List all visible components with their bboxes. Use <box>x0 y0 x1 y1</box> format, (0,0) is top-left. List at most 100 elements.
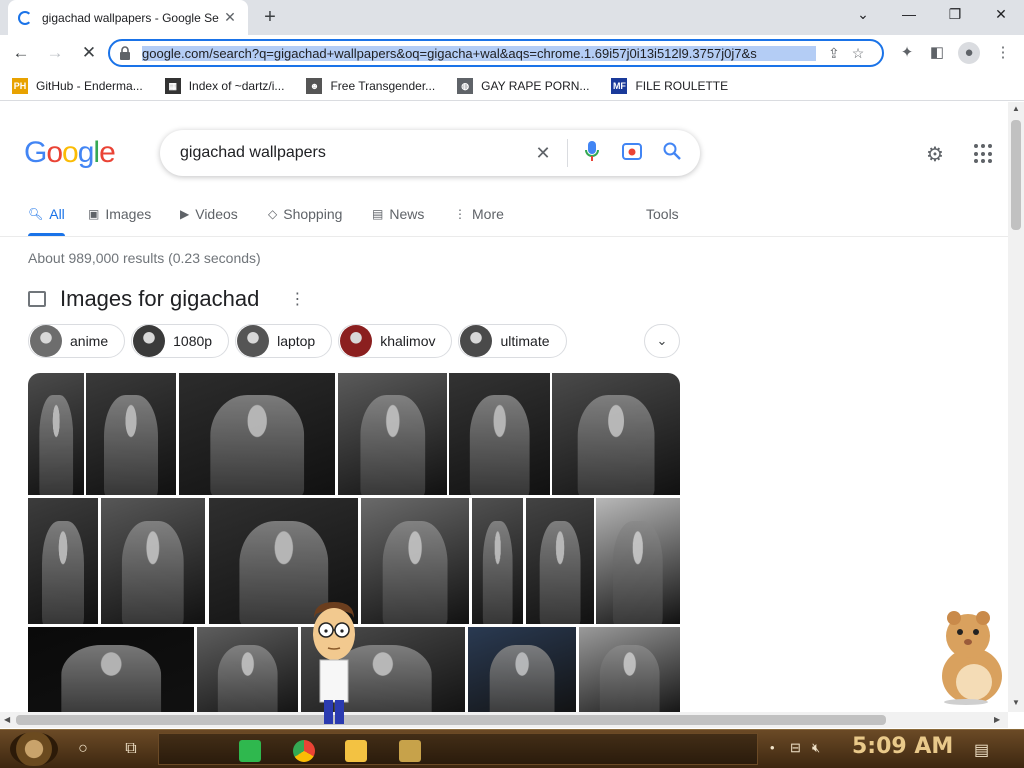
tab-active[interactable]: gigachad wallpapers - Google Se ✕ <box>8 0 248 35</box>
image-result-thumbnail[interactable] <box>28 498 98 624</box>
chip-thumbnail <box>340 325 373 357</box>
close-window-button[interactable]: ✕ <box>978 0 1024 30</box>
start-button[interactable] <box>10 732 58 766</box>
tab-close-icon[interactable]: ✕ <box>222 9 238 26</box>
thumbnail-figure <box>104 395 158 495</box>
notes-app-icon[interactable] <box>239 740 261 762</box>
minimize-button[interactable]: — <box>886 0 932 30</box>
chip-label: laptop <box>277 333 316 349</box>
logo-letter: g <box>77 136 95 169</box>
tab-videos[interactable]: ▶ Videos <box>180 202 238 226</box>
bookmark-item[interactable]: ▦ Index of ~dartz/i... <box>164 77 284 94</box>
chip-thumbnail <box>30 325 62 357</box>
tab-label: Shopping <box>283 206 343 222</box>
horizontal-scroll-thumb[interactable] <box>16 715 886 725</box>
tab-label: News <box>389 206 425 222</box>
image-result-thumbnail[interactable] <box>101 498 205 624</box>
tray-chevron-icon[interactable]: • <box>770 740 775 755</box>
stop-button[interactable]: ✕ <box>76 41 102 65</box>
loading-spinner-icon <box>18 10 32 25</box>
image-result-thumbnail[interactable] <box>472 498 523 624</box>
chip-anime[interactable]: anime <box>28 324 126 358</box>
google-apps-icon[interactable] <box>974 144 994 164</box>
scroll-right-icon[interactable]: ▶ <box>994 715 1000 724</box>
file-explorer-icon[interactable] <box>345 740 367 762</box>
image-result-thumbnail[interactable] <box>449 373 550 495</box>
tab-news[interactable]: ▤ News <box>372 202 424 226</box>
cortana-circle-icon[interactable]: ○ <box>72 738 94 760</box>
image-result-thumbnail[interactable] <box>596 498 680 624</box>
google-logo[interactable]: Google <box>24 136 116 170</box>
volume-muted-icon[interactable]: 🔇︎ <box>812 740 820 756</box>
scroll-up-icon[interactable]: ▲ <box>1012 104 1020 113</box>
clear-icon[interactable]: ✕ <box>523 143 563 164</box>
browser-menu-icon[interactable]: ⋮ <box>992 42 1014 64</box>
share-icon[interactable]: ⇪ <box>828 45 840 62</box>
chrome-app-icon[interactable] <box>293 740 315 762</box>
restore-button[interactable]: ❐ <box>932 0 978 30</box>
bookmark-item[interactable]: MF FILE ROULETTE <box>611 77 728 94</box>
chip-label: ultimate <box>500 333 550 349</box>
side-panel-icon[interactable]: ◧ <box>926 42 948 64</box>
chip-1080p[interactable]: 1080p <box>131 324 230 358</box>
media-app-icon[interactable] <box>399 740 421 762</box>
profile-avatar-icon[interactable]: ● <box>958 42 980 64</box>
chip-khalimov[interactable]: khalimov <box>338 324 453 358</box>
image-result-thumbnail[interactable] <box>361 498 469 624</box>
bookmark-item[interactable]: PH GitHub - Enderma... <box>12 77 143 94</box>
tab-search-button[interactable]: ⌄ <box>840 0 886 30</box>
section-more-icon[interactable]: ⋮ <box>289 289 305 309</box>
back-button[interactable]: ← <box>8 41 34 65</box>
url-text[interactable]: google.com/search?q=gigachad+wallpapers&… <box>142 45 816 61</box>
search-box[interactable]: gigachad wallpapers ✕ <box>160 130 700 176</box>
tab-more[interactable]: ⋮ More <box>454 202 504 226</box>
desktop-pet-cartoon-man[interactable] <box>306 600 362 726</box>
lock-icon[interactable] <box>118 46 132 60</box>
extensions-icon[interactable]: ✦ <box>896 42 918 64</box>
search-submit-icon[interactable] <box>652 142 692 165</box>
tools-button[interactable]: Tools <box>646 202 679 226</box>
logo-letter: o <box>46 136 63 169</box>
tab-shopping[interactable]: ◇ Shopping <box>268 202 342 226</box>
image-result-thumbnail[interactable] <box>86 373 176 495</box>
thumbnail-figure <box>577 395 655 495</box>
image-result-thumbnail[interactable] <box>338 373 447 495</box>
bookmark-item[interactable]: ☻ Free Transgender... <box>306 77 435 94</box>
thumbnail-figure <box>210 395 304 495</box>
image-result-thumbnail[interactable] <box>28 373 84 495</box>
camera-lens-icon[interactable] <box>612 142 652 165</box>
chip-ultimate[interactable]: ultimate <box>458 324 567 358</box>
image-result-thumbnail[interactable] <box>552 373 680 495</box>
task-view-icon[interactable]: ⧉ <box>120 738 142 760</box>
taskbar-clock[interactable]: 5:09 AM <box>852 734 953 759</box>
refinement-chips: anime 1080p laptop khalimov ultimate <box>28 324 573 360</box>
address-bar[interactable]: google.com/search?q=gigachad+wallpapers&… <box>108 39 884 67</box>
tab-images[interactable]: ▣ Images <box>88 202 151 226</box>
search-input[interactable]: gigachad wallpapers <box>180 144 523 162</box>
image-result-thumbnail[interactable] <box>526 498 594 624</box>
horizontal-scrollbar[interactable]: ◀ ▶ <box>0 712 1008 728</box>
chips-expand-icon[interactable]: ⌄ <box>644 324 680 358</box>
network-icon[interactable]: ⊟ <box>790 740 801 756</box>
bookmark-item[interactable]: ◍ GAY RAPE PORN... <box>457 77 589 94</box>
vertical-scroll-thumb[interactable] <box>1011 120 1021 230</box>
bookmark-star-icon[interactable]: ☆ <box>852 45 865 62</box>
new-tab-button[interactable]: + <box>258 6 282 30</box>
scroll-down-icon[interactable]: ▼ <box>1012 698 1020 707</box>
tab-all[interactable]: 🔍︎ All <box>28 202 65 236</box>
scroll-left-icon[interactable]: ◀ <box>4 715 10 724</box>
desktop-pet-hamster[interactable] <box>928 606 1012 706</box>
image-result-thumbnail[interactable] <box>179 373 335 495</box>
ph-icon: PH <box>12 77 28 94</box>
images-section-title[interactable]: Images for gigachad <box>60 286 259 312</box>
image-result-thumbnail[interactable] <box>579 627 680 712</box>
settings-gear-icon[interactable]: ⚙ <box>926 142 944 167</box>
microphone-icon[interactable] <box>572 140 612 166</box>
notifications-icon[interactable]: ▤ <box>974 740 989 760</box>
tab-title: gigachad wallpapers - Google Se <box>42 10 219 25</box>
image-result-thumbnail[interactable] <box>468 627 576 712</box>
forward-button[interactable]: → <box>42 41 68 65</box>
image-result-thumbnail[interactable] <box>28 627 194 712</box>
image-result-thumbnail[interactable] <box>197 627 298 712</box>
chip-laptop[interactable]: laptop <box>235 324 333 358</box>
